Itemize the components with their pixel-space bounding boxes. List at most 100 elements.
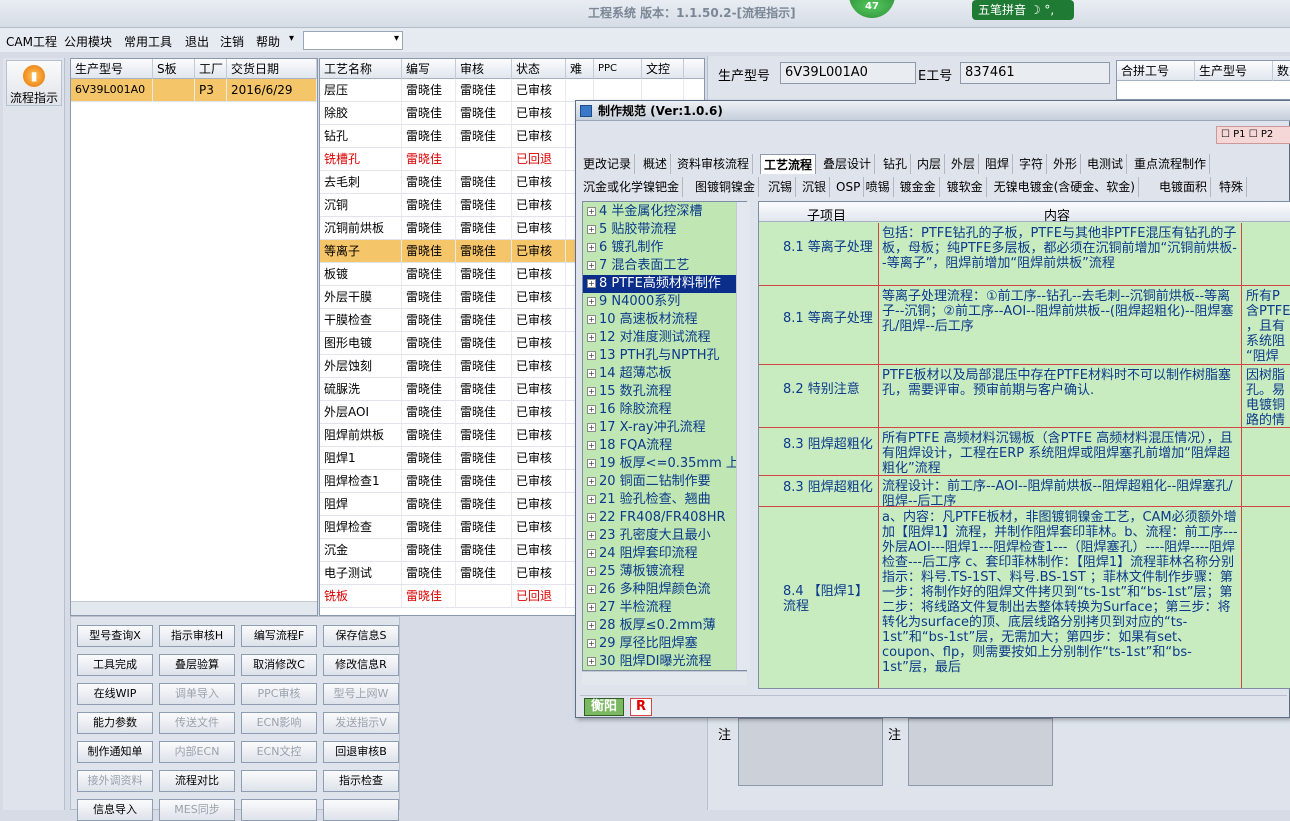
dialog-tab[interactable]: 阻焊 xyxy=(982,154,1014,174)
tree-item[interactable]: +14 超薄芯板 xyxy=(583,365,746,383)
action-button[interactable]: 制作通知单 xyxy=(77,741,153,763)
menu-help[interactable]: 帮助 xyxy=(256,33,280,50)
col-ppc[interactable]: PPC xyxy=(594,59,642,79)
col-subitem[interactable]: 子项目 xyxy=(807,205,846,224)
menu-logout[interactable]: 注销 xyxy=(220,33,244,50)
dialog-tab[interactable]: 字符 xyxy=(1016,154,1048,174)
dialog-tab[interactable]: 电测试 xyxy=(1084,154,1128,174)
tree-item[interactable]: +27 半检流程 xyxy=(583,599,746,617)
tree-item[interactable]: +16 除胶流程 xyxy=(583,401,746,419)
action-button[interactable]: 调单导入 xyxy=(159,683,235,705)
detail-row[interactable]: 8.4 【阻焊1】流程 a、内容：凡PTFE板材，非图镀铜镍金工艺，CAM必须额外… xyxy=(759,507,1290,688)
action-button[interactable]: PPC审核 xyxy=(241,683,317,705)
action-button[interactable]: 内部ECN xyxy=(159,741,235,763)
col-writer[interactable]: 编写 xyxy=(402,59,456,79)
dialog-tab[interactable]: 概述 xyxy=(640,154,672,174)
expand-icon[interactable]: + xyxy=(587,477,596,486)
tree-item[interactable]: +6 镀孔制作 xyxy=(583,239,746,257)
dialog-tab[interactable]: 更改记录 xyxy=(580,154,636,174)
action-button[interactable]: 信息导入 xyxy=(77,799,153,821)
expand-icon[interactable]: + xyxy=(587,531,596,540)
action-button[interactable]: 编写流程F xyxy=(241,625,317,647)
tree-item[interactable]: +22 FR408/FR408HR xyxy=(583,509,746,527)
expand-icon[interactable]: + xyxy=(587,441,596,450)
dialog-tab[interactable]: 喷锡 xyxy=(863,177,894,197)
expand-icon[interactable]: + xyxy=(587,585,596,594)
menu-exit[interactable]: 退出 xyxy=(185,33,209,50)
order-row[interactable]: 6V39L001A0 P3 2016/6/29 xyxy=(71,79,317,102)
action-button[interactable]: 传送文件 xyxy=(159,712,235,734)
dialog-tab[interactable]: 无镍电镀金(含硬金、软金) xyxy=(991,177,1139,197)
action-button[interactable]: 指示检查 xyxy=(323,770,399,792)
order-hscroll[interactable] xyxy=(71,601,317,615)
expand-icon[interactable]: + xyxy=(587,225,596,234)
tree-item[interactable]: +28 板厚≤0.2mm薄 xyxy=(583,617,746,635)
col-status[interactable]: 状态 xyxy=(512,59,566,79)
col-doc[interactable]: 文控 xyxy=(642,59,684,79)
action-button[interactable] xyxy=(323,799,399,821)
dialog-tab[interactable]: 外层 xyxy=(948,154,980,174)
dialog-tab[interactable]: 电镀面积 xyxy=(1156,177,1212,197)
action-button[interactable]: 型号上网W xyxy=(323,683,399,705)
detail-row[interactable]: 8.3 阻焊超粗化 所有PTFE 高频材料沉锡板（含PTFE 高频材料混压情况），… xyxy=(759,428,1290,476)
tree-item[interactable]: +18 FQA流程 xyxy=(583,437,746,455)
action-button[interactable]: 工具完成 xyxy=(77,654,153,676)
tree-hscroll[interactable] xyxy=(582,671,747,685)
e-field[interactable]: 837461 xyxy=(960,62,1110,84)
expand-icon[interactable]: + xyxy=(587,405,596,414)
expand-icon[interactable]: + xyxy=(587,657,596,666)
dialog-tab[interactable]: 特殊 xyxy=(1216,177,1248,197)
expand-icon[interactable]: + xyxy=(587,369,596,378)
p2-checkbox-icon[interactable]: ☐ xyxy=(1249,129,1258,140)
tree-item[interactable]: +15 数孔流程 xyxy=(583,383,746,401)
dialog-tab[interactable]: 叠层设计 xyxy=(820,154,876,174)
col-merge-model[interactable]: 生产型号 xyxy=(1195,61,1273,81)
p1-checkbox-icon[interactable]: ☐ xyxy=(1221,129,1230,140)
expand-icon[interactable]: + xyxy=(587,261,596,270)
action-button[interactable]: 叠层验算 xyxy=(159,654,235,676)
expand-icon[interactable]: + xyxy=(587,459,596,468)
action-button[interactable]: 发送指示V xyxy=(323,712,399,734)
dialog-tab[interactable]: 外形 xyxy=(1050,154,1082,174)
expand-icon[interactable]: + xyxy=(587,243,596,252)
dialog-tab[interactable]: 镀金金 xyxy=(897,177,940,197)
action-button[interactable]: MES同步 xyxy=(159,799,235,821)
tree-vscroll[interactable] xyxy=(736,202,750,670)
detail-row[interactable]: 8.1 等离子处理 包括：PTFE钻孔的子板，PTFE与其他非PTFE混压有钻孔的… xyxy=(759,223,1290,286)
flow-instruction-button[interactable]: ▮ 流程指示 xyxy=(6,60,62,106)
col-merge-no[interactable]: 合拼工号 xyxy=(1117,61,1195,81)
action-button[interactable] xyxy=(241,799,317,821)
detail-row[interactable]: 8.1 等离子处理 等离子处理流程：①前工序--钻孔--去毛刺--沉铜前烘板--等… xyxy=(759,286,1290,365)
expand-icon[interactable]: + xyxy=(587,315,596,324)
expand-icon[interactable]: + xyxy=(587,513,596,522)
action-button[interactable]: 能力参数 xyxy=(77,712,153,734)
action-button[interactable]: ECN影响 xyxy=(241,712,317,734)
expand-icon[interactable]: + xyxy=(587,387,596,396)
expand-icon[interactable]: + xyxy=(587,639,596,648)
expand-icon[interactable]: + xyxy=(587,333,596,342)
action-button[interactable]: 修改信息R xyxy=(323,654,399,676)
detail-row[interactable]: 8.2 特别注意 PTFE板材以及局部混压中存在PTFE材料时不可以制作树脂塞孔，… xyxy=(759,365,1290,428)
tree-item[interactable]: +12 对准度测试流程 xyxy=(583,329,746,347)
col-difficulty[interactable]: 难 xyxy=(566,59,594,79)
action-button[interactable]: 在线WIP xyxy=(77,683,153,705)
action-button[interactable]: ECN文控 xyxy=(241,741,317,763)
action-button[interactable]: 保存信息S xyxy=(323,625,399,647)
expand-icon[interactable]: + xyxy=(587,549,596,558)
tree-item[interactable]: +30 阻焊DI曝光流程 xyxy=(583,653,746,670)
tree-item[interactable]: +29 厚径比阻焊塞 xyxy=(583,635,746,653)
tree-item[interactable]: +13 PTH孔与NPTH孔 xyxy=(583,347,746,365)
col-date[interactable]: 交货日期 xyxy=(227,59,317,79)
dialog-tab[interactable]: 重点流程制作 xyxy=(1131,154,1211,174)
col-factory[interactable]: 工厂 xyxy=(195,59,227,79)
menu-tools[interactable]: 常用工具 xyxy=(124,33,172,50)
col-merge-count[interactable]: 数 xyxy=(1273,61,1290,81)
menu-cam[interactable]: CAM工程 xyxy=(6,33,57,50)
tree-item[interactable]: +20 铜面二钻制作要 xyxy=(583,473,746,491)
ime-toolbar[interactable]: 五笔拼音 ☽ °, xyxy=(972,0,1074,20)
expand-icon[interactable]: + xyxy=(587,621,596,630)
col-reviewer[interactable]: 审核 xyxy=(456,59,512,79)
action-button[interactable]: 型号查询X xyxy=(77,625,153,647)
tree-item[interactable]: +4 半金属化控深槽 xyxy=(583,203,746,221)
tree-item[interactable]: +17 X-ray冲孔流程 xyxy=(583,419,746,437)
